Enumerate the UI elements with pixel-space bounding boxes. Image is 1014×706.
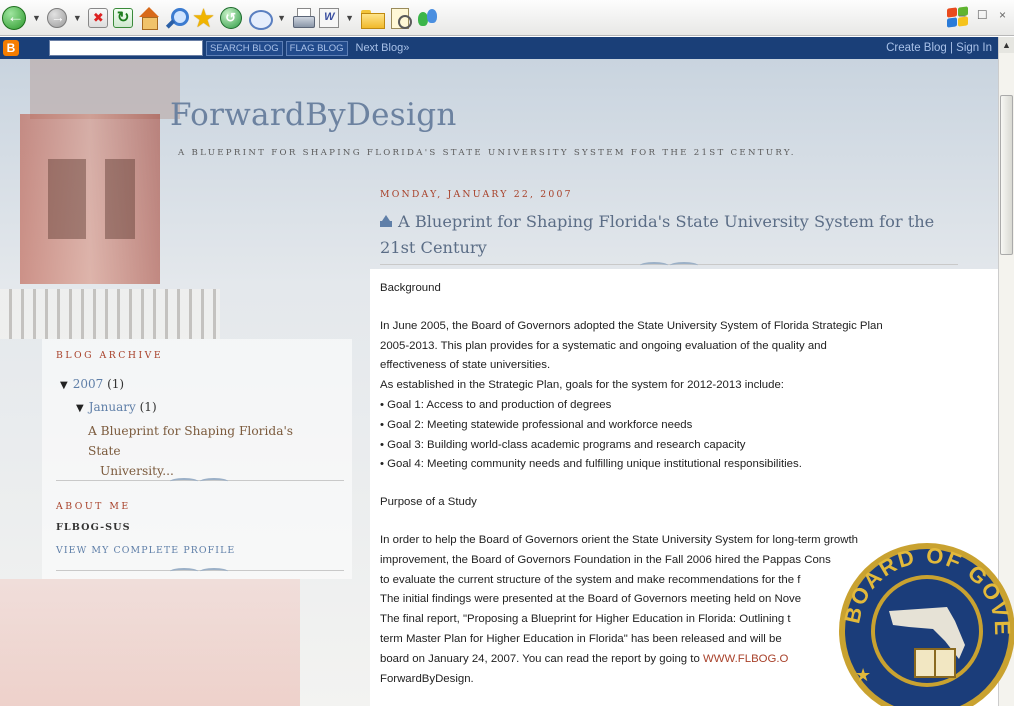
history-button[interactable] xyxy=(220,4,243,32)
archive-post-link[interactable]: A Blueprint for Shaping Florida's State … xyxy=(88,421,328,481)
edit-button[interactable] xyxy=(319,4,340,32)
print-icon xyxy=(292,7,316,29)
stop-icon xyxy=(87,7,108,28)
scroll-up-arrow-icon[interactable]: ▲ xyxy=(999,37,1014,53)
mail-button[interactable] xyxy=(247,4,274,32)
edit-icon xyxy=(319,7,340,28)
home-icon xyxy=(138,6,160,30)
paragraph-line: • Goal 1: Access to and production of de… xyxy=(380,398,612,411)
report-link[interactable]: WWW.FLBOG.O xyxy=(703,653,788,665)
refresh-button[interactable] xyxy=(112,4,133,32)
forward-icon xyxy=(46,7,67,28)
sidebar-flourish xyxy=(170,476,230,484)
blog-title[interactable]: ForwardByDesign xyxy=(170,97,457,133)
archive-year-item[interactable]: ▼ 2007 (1) xyxy=(60,377,124,391)
research-icon xyxy=(389,6,412,30)
history-icon xyxy=(220,6,243,29)
folder-button[interactable] xyxy=(360,4,385,32)
archive-year-link[interactable]: 2007 xyxy=(73,377,104,391)
paragraph-line: In June 2005, the Board of Governors ado… xyxy=(380,319,883,332)
archive-month-count: (1) xyxy=(139,400,157,414)
archive-month-link[interactable]: January xyxy=(89,400,136,414)
blog-description: A BLUEPRINT FOR SHAPING FLORIDA'S STATE … xyxy=(178,148,796,158)
expand-triangle-icon[interactable]: ▼ xyxy=(76,403,84,414)
favorites-button[interactable]: ★ xyxy=(192,4,215,32)
seal-star-icon: ★ xyxy=(855,665,871,685)
blogger-logo-icon[interactable]: B xyxy=(3,40,19,56)
home-button[interactable] xyxy=(138,4,160,32)
paragraph-line: 2005-2013. This plan provides for a syst… xyxy=(380,339,827,352)
back-icon xyxy=(2,5,26,30)
post-title-text[interactable]: A Blueprint for Shaping Florida's State … xyxy=(380,212,934,257)
paragraph-line-text: board on January 24, 2007. You can read … xyxy=(380,652,700,665)
forward-button[interactable] xyxy=(46,4,67,32)
blog-search-input[interactable] xyxy=(49,40,203,56)
paragraph-line: As established in the Strategic Plan, go… xyxy=(380,379,784,392)
next-blog-link[interactable]: Next Blog» xyxy=(356,42,410,54)
archive-month-item[interactable]: ▼ January (1) xyxy=(76,400,157,414)
back-dropdown-icon[interactable]: ▼ xyxy=(32,13,41,23)
favorites-star-icon: ★ xyxy=(191,2,216,33)
blogger-navbar: B SEARCH BLOG FLAG BLOG Next Blog» Creat… xyxy=(0,37,1014,59)
post-title[interactable]: A Blueprint for Shaping Florida's State … xyxy=(380,209,960,261)
board-of-governors-seal-image: BOARD OF GOVE ★ xyxy=(839,542,1014,706)
paragraph-line: • Goal 3: Building world-class academic … xyxy=(380,438,746,451)
stop-button[interactable] xyxy=(87,4,108,32)
view-profile-link[interactable]: VIEW MY COMPLETE PROFILE xyxy=(56,545,235,556)
paragraph-line: effectiveness of state universities. xyxy=(380,359,551,372)
refresh-icon xyxy=(112,7,133,28)
paragraph-line: • Goal 2: Meeting statewide professional… xyxy=(380,418,693,431)
mail-dropdown-icon[interactable]: ▼ xyxy=(277,13,286,23)
edit-dropdown-icon[interactable]: ▼ xyxy=(345,13,354,23)
expand-triangle-icon[interactable]: ▼ xyxy=(60,380,68,391)
folder-icon xyxy=(360,8,385,29)
messenger-icon xyxy=(416,6,440,30)
print-button[interactable] xyxy=(292,4,316,32)
mail-icon xyxy=(247,8,274,30)
back-button[interactable] xyxy=(2,4,26,32)
research-button[interactable] xyxy=(389,4,412,32)
post-item-icon xyxy=(380,215,392,227)
browser-toolbar: ▼ ▼ ★ ▼ ▼ – ☐ × xyxy=(0,0,1014,36)
create-blog-sign-in-links[interactable]: Create Blog | Sign In xyxy=(886,42,992,54)
blog-archive-heading: BLOG ARCHIVE xyxy=(56,350,164,361)
about-me-heading: ABOUT ME xyxy=(56,501,131,512)
search-blog-button[interactable]: SEARCH BLOG xyxy=(206,40,283,56)
window-controls[interactable]: – ☐ × xyxy=(959,8,1010,22)
background-paragraph: In June 2005, the Board of Governors ado… xyxy=(380,317,960,475)
flag-blog-button[interactable]: FLAG BLOG xyxy=(285,40,348,56)
title-flourish xyxy=(640,260,700,268)
search-button[interactable] xyxy=(165,4,189,32)
section-heading: Purpose of a Study xyxy=(380,496,477,509)
search-icon xyxy=(165,7,189,29)
forward-dropdown-icon[interactable]: ▼ xyxy=(73,13,82,23)
messenger-button[interactable] xyxy=(416,4,440,32)
sidebar-flourish xyxy=(170,566,230,574)
post-date: MONDAY, JANUARY 22, 2007 xyxy=(380,189,573,200)
scrollbar-thumb[interactable] xyxy=(1000,95,1013,255)
archive-post-line[interactable]: A Blueprint for Shaping Florida's State xyxy=(88,421,328,461)
section-heading: Background xyxy=(380,282,441,294)
profile-name: FLBOG-SUS xyxy=(56,522,131,533)
archive-year-count: (1) xyxy=(107,377,125,391)
paragraph-line: • Goal 4: Meeting community needs and fu… xyxy=(380,458,802,471)
